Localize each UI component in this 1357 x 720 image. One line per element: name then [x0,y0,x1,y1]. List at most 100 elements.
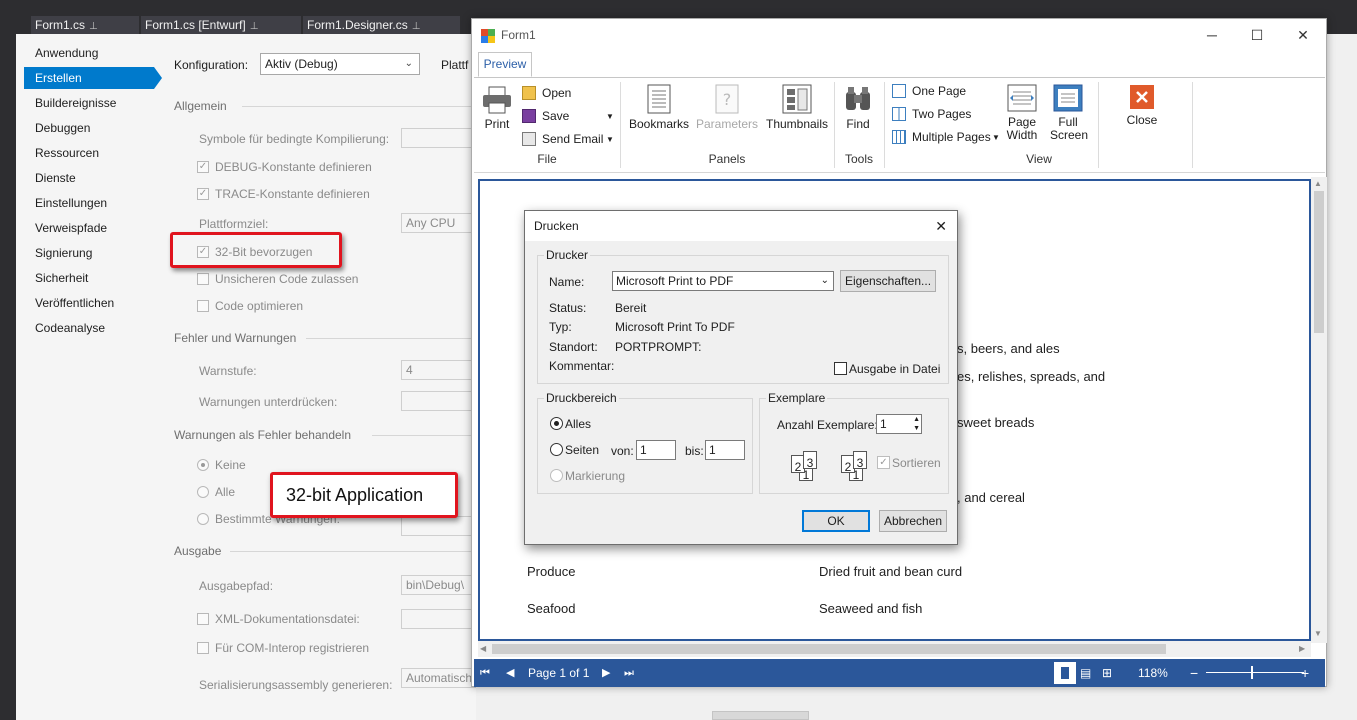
radio-alle[interactable] [197,486,209,498]
range-all-radio[interactable] [550,417,563,430]
close-button[interactable]: Close [1122,84,1162,127]
print-to-file-checkbox[interactable] [834,362,847,375]
config-select[interactable]: Aktiv (Debug) ⌄ [260,53,420,75]
close-icon[interactable]: ✕ [1292,25,1314,45]
horizontal-scroll-thumb[interactable] [492,644,1166,654]
tab-label: Form1.cs [35,18,86,32]
radio-keine-label: Keine [215,458,246,472]
tab-form1-cs[interactable]: Form1.cs ⊥ [31,16,140,34]
optimize-checkbox[interactable] [197,300,209,312]
dropdown-arrow-icon[interactable]: ▼ [606,112,614,121]
single-page-view-icon[interactable] [1054,662,1076,684]
prev-page-icon[interactable]: ◀ [506,659,514,687]
one-page-button[interactable]: One Page [892,84,966,98]
multi-page-view-icon[interactable]: ⊞ [1102,659,1112,687]
app-icon [481,29,495,43]
parameters-button[interactable]: ? Parameters [696,84,758,131]
two-pages-button[interactable]: Two Pages [892,107,971,121]
vertical-scroll-thumb[interactable] [1314,191,1324,333]
first-page-icon[interactable]: ⏮ [480,659,490,687]
spin-arrows-icon[interactable]: ▲ ▼ [913,415,920,433]
two-page-view-icon[interactable]: ▤ [1080,659,1091,687]
radio-bestimmte[interactable] [197,513,209,525]
debug-const-checkbox[interactable]: ✓ [197,161,209,173]
scroll-right-icon[interactable]: ▶ [1299,644,1305,653]
warn-level-select[interactable]: 4 [401,360,476,380]
suppress-input[interactable] [401,391,476,411]
horizontal-scrollbar[interactable]: ◀ ▶ [478,641,1311,657]
zoom-out-icon[interactable]: − [1190,659,1198,687]
trace-const-checkbox[interactable]: ✓ [197,188,209,200]
sidebar-item-anwendung[interactable]: Anwendung [24,42,154,64]
open-button[interactable]: Open [522,86,571,100]
sidebar-item-codeanalyse[interactable]: Codeanalyse [24,317,154,339]
scroll-down-icon[interactable]: ▼ [1314,629,1322,638]
thumbnails-button[interactable]: Thumbnails [764,84,830,131]
serialization-label: Serialisierungsassembly generieren: [199,678,393,692]
print-button[interactable]: Print [480,86,514,131]
sidebar-item-verweispfade[interactable]: Verweispfade [24,217,154,239]
sidebar-item-veroeffentlichen[interactable]: Veröffentlichen [24,292,154,314]
parameters-label: Parameters [696,117,759,131]
find-button[interactable]: Find [840,84,876,131]
sidebar-item-buildereignisse[interactable]: Buildereignisse [24,92,154,114]
config-value: Aktiv (Debug) [265,57,338,71]
zoom-slider-track[interactable] [1206,672,1304,673]
next-page-icon[interactable]: ▶ [602,659,610,687]
multiple-pages-button[interactable]: Multiple Pages ▼ [892,130,1000,144]
sidebar-item-erstellen[interactable]: Erstellen [24,67,162,89]
minimize-icon[interactable]: ─ [1201,25,1223,45]
collate-checkbox[interactable]: ✓ [877,456,890,469]
group-tools-label: Tools [844,152,873,166]
zoom-in-icon[interactable]: + [1301,659,1309,687]
copies-input[interactable]: 1 ▲ ▼ [876,414,922,434]
serialization-select[interactable]: Automatisch [401,668,476,688]
xml-doc-checkbox[interactable] [197,613,209,625]
sidebar-item-ressourcen[interactable]: Ressourcen [24,142,154,164]
tab-preview[interactable]: Preview [478,52,532,77]
open-label: Open [542,86,572,100]
unsafe-checkbox[interactable] [197,273,209,285]
send-email-button[interactable]: Send Email ▼ [522,132,614,146]
scroll-up-icon[interactable]: ▲ [1314,179,1322,188]
pin-icon[interactable]: ⊥ [250,21,259,32]
tab-form1-cs-entwurf[interactable]: Form1.cs [Entwurf] ⊥ [141,16,302,34]
pin-icon[interactable]: ⊥ [412,21,421,32]
xml-doc-input[interactable] [401,609,476,629]
sidebar-item-signierung[interactable]: Signierung [24,242,154,264]
sidebar-item-sicherheit[interactable]: Sicherheit [24,267,154,289]
full-screen-button[interactable]: Full Screen [1050,84,1088,142]
dropdown-arrow-icon[interactable]: ▼ [992,133,1000,142]
output-path-input[interactable]: bin\Debug\ [401,575,476,595]
sidebar-item-debuggen[interactable]: Debuggen [24,117,154,139]
from-input[interactable]: 1 [636,440,676,460]
close-icon[interactable]: ✕ [935,211,947,241]
ok-button[interactable]: OK [802,510,870,532]
thumbnails-icon [782,84,812,114]
save-button[interactable]: Save ▼ [522,109,614,123]
dropdown-arrow-icon[interactable]: ▼ [606,135,614,144]
copies-value: 1 [880,417,887,431]
properties-button[interactable]: Eigenschaften... [840,270,936,292]
bookmarks-button[interactable]: Bookmarks [628,84,690,131]
cancel-button[interactable]: Abbrechen [879,510,947,532]
com-interop-checkbox[interactable] [197,642,209,654]
range-pages-radio[interactable] [550,443,563,456]
radio-keine[interactable] [197,459,209,471]
printer-name-select[interactable]: Microsoft Print to PDF ⌄ [612,271,834,291]
platform-target-select[interactable]: Any CPU [401,213,476,233]
specific-warnings-input[interactable] [401,516,476,536]
zoom-slider-thumb[interactable] [1251,666,1253,679]
sidebar-item-dienste[interactable]: Dienste [24,167,154,189]
last-page-icon[interactable]: ⏭ [624,659,634,687]
to-input[interactable]: 1 [705,440,745,460]
page-width-button[interactable]: Page Width [1004,84,1040,142]
sidebar-item-einstellungen[interactable]: Einstellungen [24,192,154,214]
maximize-icon[interactable]: ☐ [1246,25,1268,45]
scroll-left-icon[interactable]: ◀ [480,644,486,653]
symbols-input[interactable] [401,128,476,148]
vertical-scrollbar[interactable]: ▲ ▼ [1311,177,1327,643]
range-selection-radio[interactable] [550,469,563,482]
tab-form1-designer-cs[interactable]: Form1.Designer.cs ⊥ [303,16,461,34]
pin-icon[interactable]: ⊥ [89,21,98,32]
